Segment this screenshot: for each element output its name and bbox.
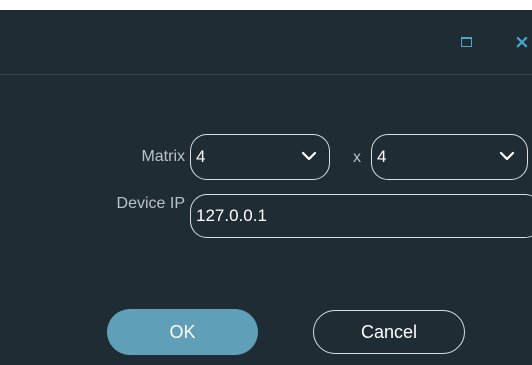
device-ip-label: Device IP	[116, 195, 185, 212]
close-button[interactable]: ×	[510, 30, 532, 54]
matrix-label: Matrix	[141, 148, 185, 165]
close-icon: ×	[514, 31, 530, 53]
maximize-button[interactable]	[455, 32, 479, 52]
window: × Matrix 4 x 4 Device IP 127.0.0.1 OK Ca…	[0, 0, 532, 365]
chevron-down-icon	[499, 151, 515, 161]
titlebar: ×	[0, 10, 532, 74]
device-ip-value: 127.0.0.1	[196, 206, 267, 225]
maximize-icon	[461, 37, 472, 47]
matrix-cols-value: 4	[377, 147, 387, 166]
matrix-rows-select[interactable]: 4	[190, 134, 330, 180]
matrix-times-symbol: x	[353, 149, 361, 166]
cancel-button-label: Cancel	[360, 321, 418, 342]
matrix-settings-dialog: × Matrix 4 x 4 Device IP 127.0.0.1 OK Ca…	[0, 10, 532, 365]
titlebar-divider	[0, 74, 532, 75]
ok-button-label: OK	[169, 321, 196, 342]
chevron-down-icon	[301, 151, 317, 161]
cancel-button[interactable]: Cancel	[313, 310, 465, 354]
ok-button[interactable]: OK	[107, 309, 258, 355]
matrix-rows-value: 4	[196, 147, 206, 166]
device-ip-input[interactable]: 127.0.0.1	[190, 194, 532, 238]
matrix-cols-select[interactable]: 4	[371, 134, 528, 180]
